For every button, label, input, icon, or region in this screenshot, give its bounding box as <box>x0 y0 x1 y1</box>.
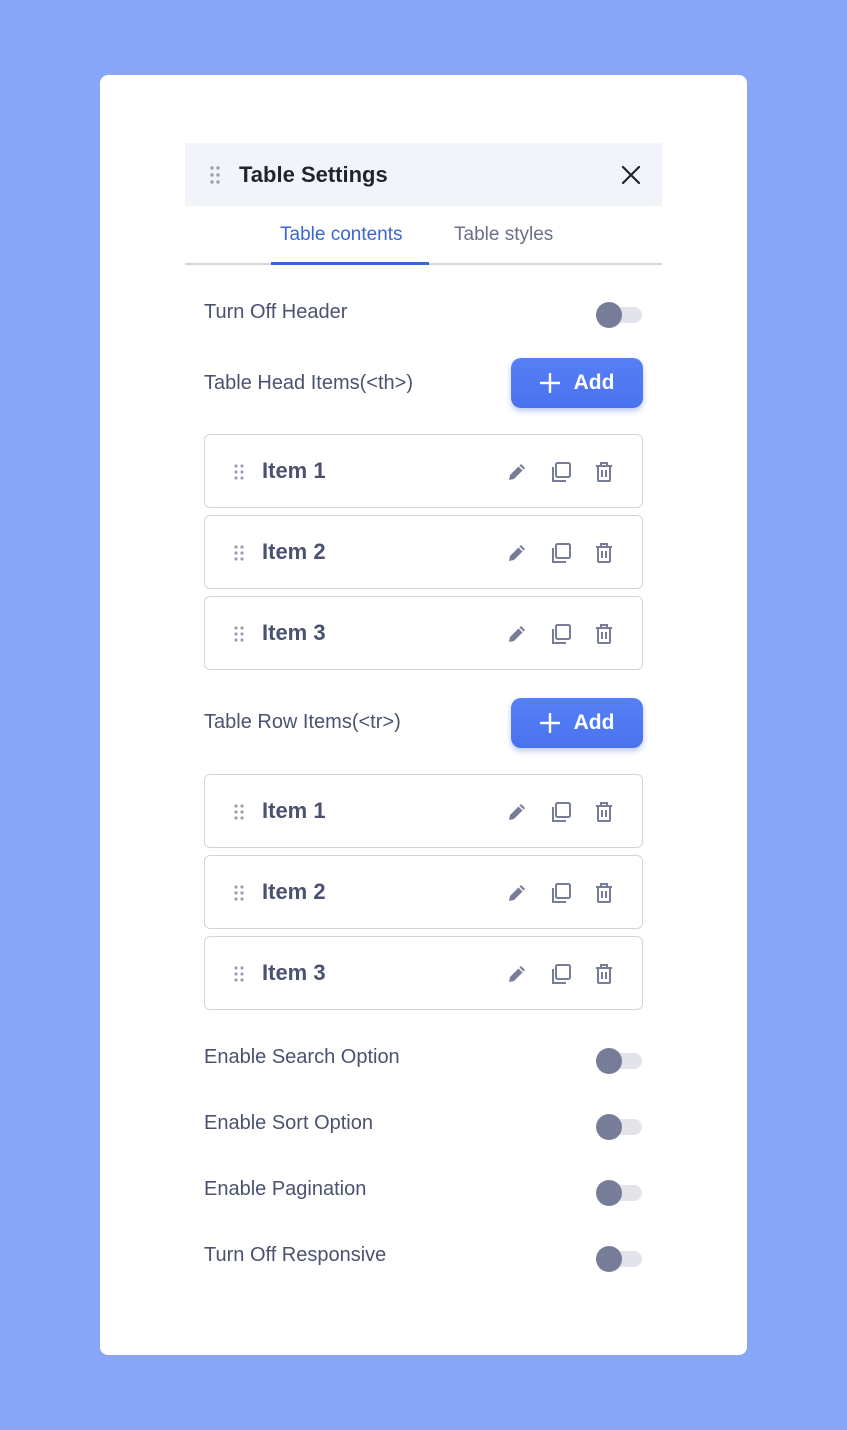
turn-off-responsive-label: Turn Off Responsive <box>204 1244 387 1266</box>
panel-title: Table Settings <box>239 161 388 187</box>
trash-icon[interactable] <box>592 881 616 905</box>
toggle-knob <box>596 1048 622 1074</box>
row-item-row[interactable]: Item 3 <box>204 936 643 1010</box>
item-label: Item 1 <box>262 458 326 483</box>
head-item-row[interactable]: Item 2 <box>204 515 643 589</box>
turn-off-header-label: Turn Off Header <box>204 301 348 323</box>
toggle-knob <box>596 1114 622 1140</box>
tab-table-contents[interactable]: Table contents <box>280 224 403 246</box>
copy-icon[interactable] <box>549 800 573 824</box>
pencil-icon[interactable] <box>505 962 529 986</box>
toggle-knob <box>596 302 622 328</box>
enable-search-label: Enable Search Option <box>204 1046 400 1068</box>
add-button-label: Add <box>573 711 615 734</box>
turn-off-responsive-toggle[interactable] <box>596 1246 642 1272</box>
toggle-knob <box>596 1180 622 1206</box>
item-label: Item 2 <box>262 879 326 904</box>
panel-body: Turn Off Header Table Head Items(<th>) A… <box>185 265 662 1315</box>
drag-handle-icon[interactable] <box>233 625 245 643</box>
item-label: Item 3 <box>262 620 326 645</box>
drag-handle-icon[interactable] <box>233 884 245 902</box>
trash-icon[interactable] <box>592 800 616 824</box>
add-row-item-button[interactable]: Add <box>511 698 643 748</box>
copy-icon[interactable] <box>549 622 573 646</box>
copy-icon[interactable] <box>549 460 573 484</box>
trash-icon[interactable] <box>592 962 616 986</box>
drag-handle-icon[interactable] <box>233 544 245 562</box>
pencil-icon[interactable] <box>505 622 529 646</box>
drag-handle-icon[interactable] <box>233 463 245 481</box>
tab-bar: Table contents Table styles <box>185 206 662 265</box>
pencil-icon[interactable] <box>505 541 529 565</box>
drag-handle-icon[interactable] <box>209 165 221 185</box>
row-item-row[interactable]: Item 2 <box>204 855 643 929</box>
pencil-icon[interactable] <box>505 460 529 484</box>
settings-card: Table Settings Table contents Table styl… <box>100 75 747 1355</box>
trash-icon[interactable] <box>592 541 616 565</box>
enable-sort-toggle[interactable] <box>596 1114 642 1140</box>
trash-icon[interactable] <box>592 622 616 646</box>
add-button-label: Add <box>573 371 615 394</box>
copy-icon[interactable] <box>549 541 573 565</box>
tab-table-styles[interactable]: Table styles <box>454 224 553 246</box>
plus-icon <box>539 713 560 733</box>
toggle-knob <box>596 1246 622 1272</box>
pencil-icon[interactable] <box>505 800 529 824</box>
add-head-item-button[interactable]: Add <box>511 358 643 408</box>
enable-sort-label: Enable Sort Option <box>204 1112 373 1134</box>
enable-pagination-label: Enable Pagination <box>204 1178 367 1200</box>
turn-off-header-toggle[interactable] <box>596 302 642 328</box>
row-item-row[interactable]: Item 1 <box>204 774 643 848</box>
copy-icon[interactable] <box>549 881 573 905</box>
table-settings-panel: Table Settings Table contents Table styl… <box>185 143 662 1315</box>
pencil-icon[interactable] <box>505 881 529 905</box>
head-item-row[interactable]: Item 3 <box>204 596 643 670</box>
drag-handle-icon[interactable] <box>233 965 245 983</box>
item-label: Item 3 <box>262 960 326 985</box>
enable-search-toggle[interactable] <box>596 1048 642 1074</box>
copy-icon[interactable] <box>549 962 573 986</box>
item-label: Item 1 <box>262 798 326 823</box>
table-head-items-label: Table Head Items(<th>) <box>204 372 413 394</box>
head-item-row[interactable]: Item 1 <box>204 434 643 508</box>
trash-icon[interactable] <box>592 460 616 484</box>
item-label: Item 2 <box>262 539 326 564</box>
enable-pagination-toggle[interactable] <box>596 1180 642 1206</box>
drag-handle-icon[interactable] <box>233 803 245 821</box>
panel-header: Table Settings <box>185 143 662 206</box>
plus-icon <box>539 373 560 393</box>
table-row-items-label: Table Row Items(<tr>) <box>204 711 401 733</box>
close-icon[interactable] <box>620 164 642 186</box>
